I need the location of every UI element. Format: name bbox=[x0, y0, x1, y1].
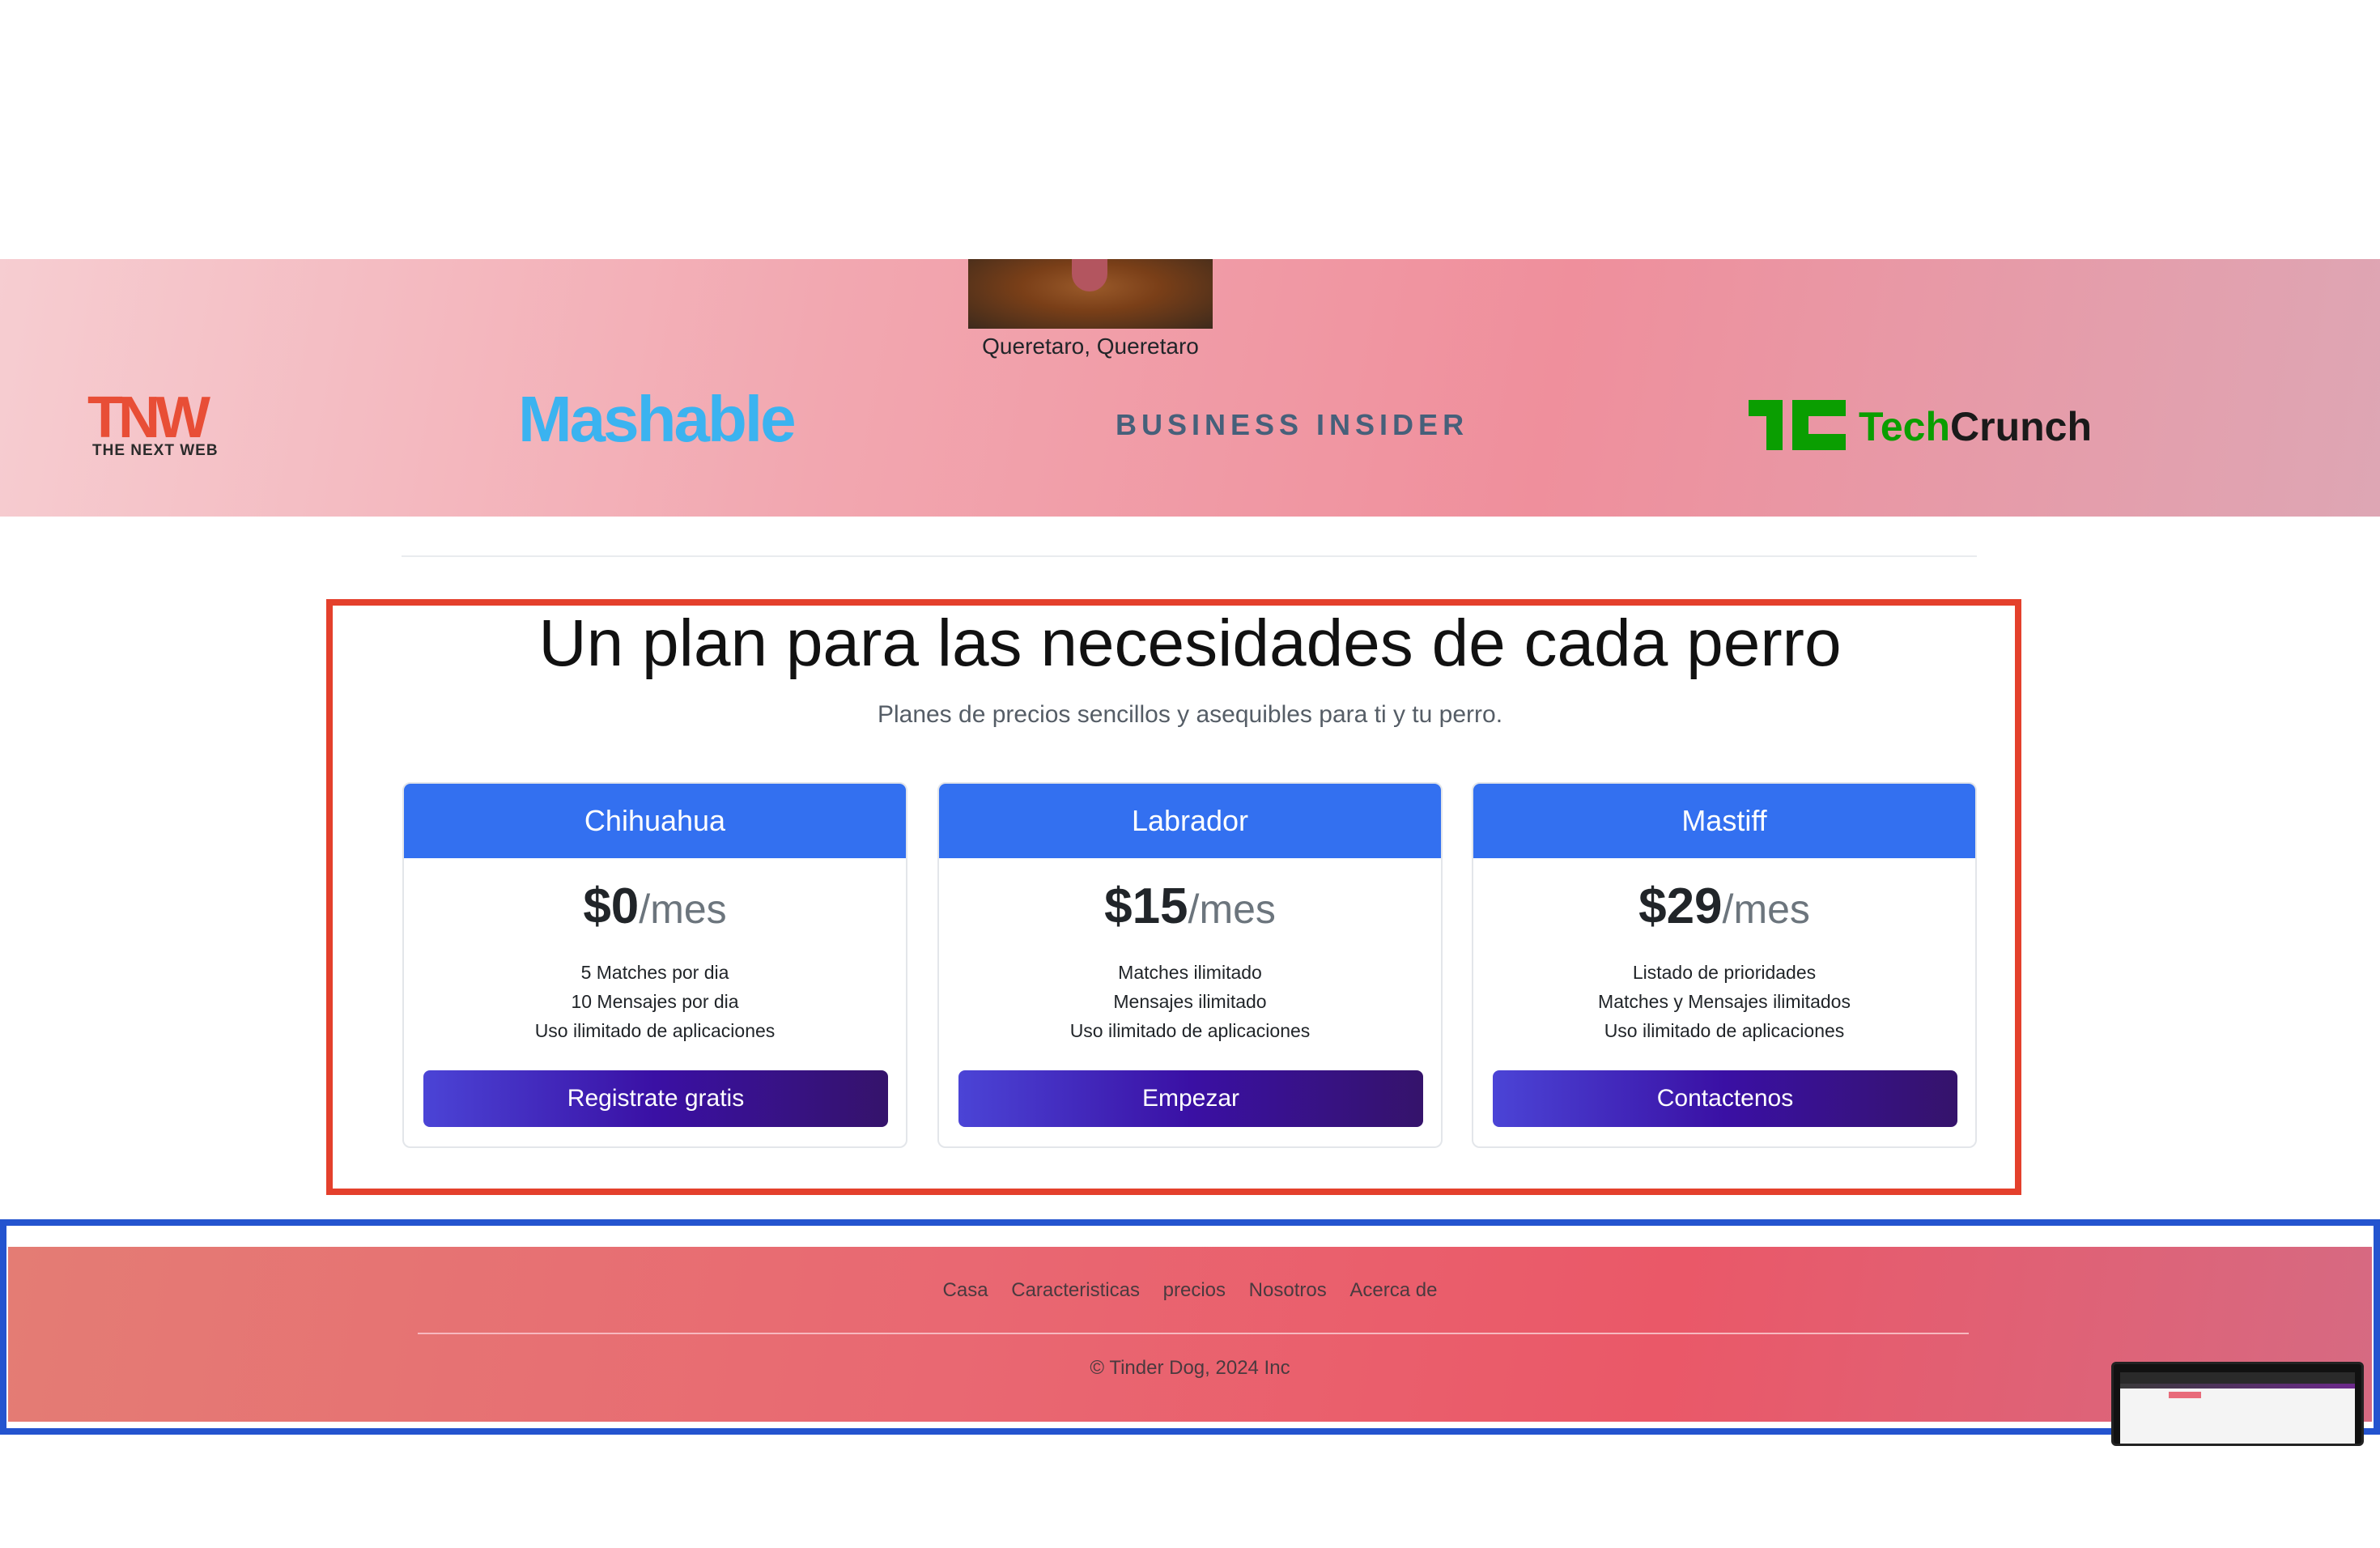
techcrunch-mark-icon bbox=[1749, 400, 1846, 450]
plan-price-amount: $0 bbox=[583, 878, 640, 934]
plan-price-unit: /mes bbox=[1188, 887, 1276, 932]
section-divider bbox=[402, 555, 1977, 557]
thumbnail-toolbar bbox=[2120, 1372, 2355, 1384]
tnw-logo-mark: TNW bbox=[87, 385, 210, 450]
plan-feature: Matches y Mensajes ilimitados bbox=[1598, 991, 1851, 1012]
screenshot-thumbnail[interactable] bbox=[2111, 1362, 2364, 1446]
plan-feature: Uso ilimitado de aplicaciones bbox=[1069, 1020, 1311, 1041]
techcrunch-word-tech: Tech bbox=[1859, 404, 1950, 449]
plan-features: Matches ilimitado Mensajes ilimitado Uso… bbox=[939, 958, 1441, 1045]
thumbnail-tabbar bbox=[2120, 1384, 2355, 1389]
plan-price-amount: $29 bbox=[1638, 878, 1723, 934]
thumbnail-screen bbox=[2120, 1372, 2355, 1444]
plan-price: $29/mes bbox=[1473, 876, 1975, 940]
plan-feature: Matches ilimitado bbox=[1118, 962, 1262, 983]
plan-feature: Listado de prioridades bbox=[1632, 962, 1817, 983]
plan-feature: Uso ilimitado de aplicaciones bbox=[534, 1020, 776, 1041]
testimonial-location: Queretaro, Queretaro bbox=[982, 334, 1199, 359]
plan-card-mastiff: Mastiff $29/mes Listado de prioridades M… bbox=[1472, 782, 1977, 1148]
mashable-logo: Mashable bbox=[518, 383, 797, 455]
dog-photo bbox=[968, 259, 1213, 329]
plan-card-chihuahua: Chihuahua $0/mes 5 Matches por dia 10 Me… bbox=[402, 782, 907, 1148]
plan-name: Mastiff bbox=[1473, 784, 1975, 858]
plan-price-amount: $15 bbox=[1104, 878, 1188, 934]
pricing-subtitle: Planes de precios sencillos y asequibles… bbox=[877, 701, 1503, 728]
plan-feature: 5 Matches por dia bbox=[580, 962, 729, 983]
techcrunch-word-crunch: Crunch bbox=[1950, 404, 2092, 449]
plan-feature: Uso ilimitado de aplicaciones bbox=[1604, 1020, 1845, 1041]
plan-features: 5 Matches por dia 10 Mensajes por dia Us… bbox=[404, 958, 906, 1045]
plan-features: Listado de prioridades Matches y Mensaje… bbox=[1473, 958, 1975, 1045]
plan-price: $0/mes bbox=[404, 876, 906, 940]
signup-free-button[interactable]: Registrate gratis bbox=[423, 1070, 888, 1127]
business-insider-logo: BUSINESS INSIDER bbox=[1116, 408, 1469, 441]
footer-highlight-box bbox=[0, 1219, 2380, 1435]
tnw-logo-subtitle: THE NEXT WEB bbox=[92, 442, 219, 459]
get-started-button[interactable]: Empezar bbox=[958, 1070, 1423, 1127]
thumbnail-accent bbox=[2169, 1392, 2201, 1398]
techcrunch-wordmark: TechCrunch bbox=[1859, 403, 2092, 450]
tnw-logo: TNW THE NEXT WEB bbox=[87, 385, 233, 460]
plan-price: $15/mes bbox=[939, 876, 1441, 940]
contact-us-button[interactable]: Contactenos bbox=[1493, 1070, 1957, 1127]
plan-feature: Mensajes ilimitado bbox=[1113, 991, 1267, 1012]
plan-name: Labrador bbox=[939, 784, 1441, 858]
plan-feature: 10 Mensajes por dia bbox=[571, 991, 739, 1012]
pricing-title: Un plan para las necesidades de cada per… bbox=[538, 606, 1842, 680]
plan-price-unit: /mes bbox=[639, 887, 727, 932]
plan-price-unit: /mes bbox=[1722, 887, 1810, 932]
dog-tongue bbox=[1072, 259, 1107, 291]
plan-card-labrador: Labrador $15/mes Matches ilimitado Mensa… bbox=[937, 782, 1443, 1148]
plan-name: Chihuahua bbox=[404, 784, 906, 858]
